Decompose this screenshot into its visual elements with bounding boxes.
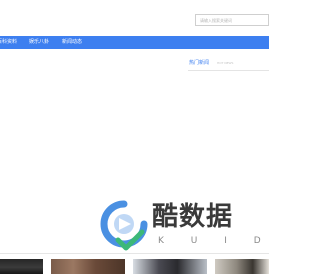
search-input[interactable] [195, 14, 269, 26]
page: 百科资料 娱乐八卦 新闻动态 热门新闻 HOT NEWS 酷数据 K U I D… [0, 0, 269, 274]
divider [0, 253, 269, 254]
thumbnail-image[interactable] [0, 259, 43, 274]
watermark-letters: K U I D C [158, 236, 269, 246]
watermark-text: 酷数据 [152, 202, 234, 232]
nav-item-news[interactable]: 新闻动态 [62, 36, 82, 49]
thumbnail-image[interactable] [215, 259, 269, 274]
nav-item-encyclopedia[interactable]: 百科资料 [0, 36, 17, 49]
thumbnail-image[interactable] [133, 259, 207, 274]
hot-news-title[interactable]: 热门新闻 [189, 59, 209, 67]
watermark: 酷数据 K U I D C [100, 200, 269, 256]
nav-item-entertainment[interactable]: 娱乐八卦 [29, 36, 49, 49]
hot-news-subtitle: HOT NEWS [217, 61, 234, 65]
main-nav: 百科资料 娱乐八卦 新闻动态 [0, 36, 269, 49]
watermark-logo-icon [100, 200, 148, 251]
hot-news-header: 热门新闻 HOT NEWS [188, 59, 269, 71]
thumbnail-image[interactable] [51, 259, 125, 274]
